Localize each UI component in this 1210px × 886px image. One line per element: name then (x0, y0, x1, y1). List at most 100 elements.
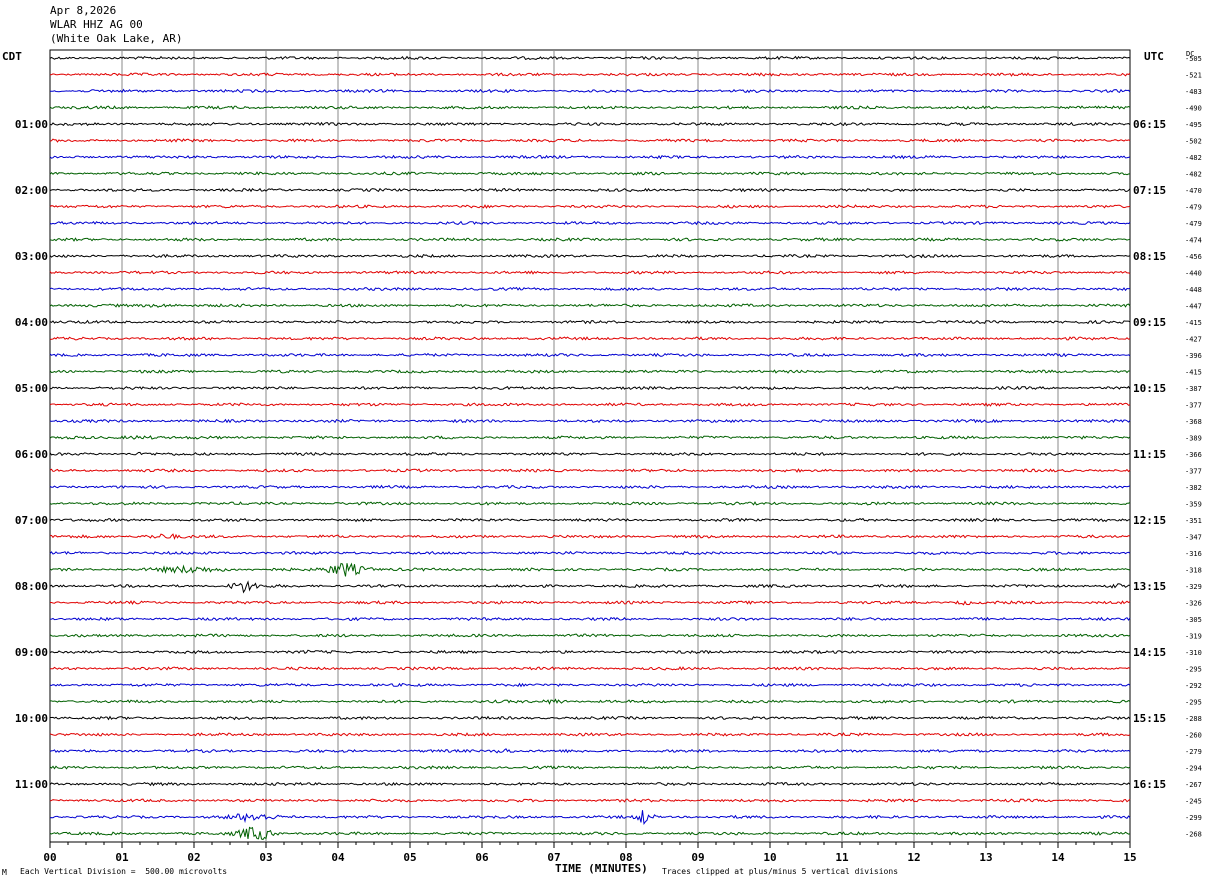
dc-offset-label: -295 (1185, 666, 1202, 674)
seismic-trace (49, 171, 1131, 176)
seismic-trace (49, 781, 1131, 787)
seismic-trace (49, 418, 1131, 424)
dc-offset-label: -440 (1185, 270, 1202, 278)
dc-offset-label: -316 (1185, 550, 1202, 558)
dc-offset-label: -447 (1185, 303, 1202, 311)
x-tick-label: 13 (979, 851, 992, 864)
dc-offset-label: -389 (1185, 435, 1202, 443)
dc-offset-label: -351 (1185, 517, 1202, 525)
dc-offset-label: -377 (1185, 468, 1202, 476)
seismic-trace (49, 682, 1131, 688)
left-time-label: 03:00 (15, 250, 48, 263)
seismic-trace (49, 666, 1131, 671)
dc-offset-label: -396 (1185, 352, 1202, 360)
seismic-trace (49, 220, 1131, 226)
dc-offset-label: -521 (1185, 72, 1202, 80)
dc-offset-label: -267 (1185, 781, 1202, 789)
seismic-trace (49, 633, 1131, 638)
seismic-trace (49, 138, 1131, 143)
x-tick-label: 09 (691, 851, 704, 864)
seismic-trace (49, 810, 1131, 826)
corner-mark: M (2, 868, 7, 877)
seismic-trace (49, 616, 1131, 622)
dc-offset-label: -299 (1185, 814, 1202, 822)
x-tick-label: 12 (907, 851, 920, 864)
right-time-label: 14:15 (1133, 646, 1166, 659)
dc-offset-label: -490 (1185, 105, 1202, 113)
seismogram-plot: 00 01 02 03 04 05 06 07 08 09 10 11 12 13 14 15-505-521… (15, 49, 1202, 864)
right-time-label: 11:15 (1133, 448, 1166, 461)
dc-offset-label: -359 (1185, 501, 1202, 509)
seismic-trace (49, 270, 1131, 275)
plot-frame (49, 49, 1131, 843)
dc-offset-label: -474 (1185, 237, 1202, 245)
seismic-trace (49, 237, 1131, 242)
seismic-trace (49, 826, 1131, 841)
right-time-label: 08:15 (1133, 250, 1166, 263)
seismic-trace (49, 369, 1130, 374)
seismic-trace (49, 517, 1131, 523)
seismic-trace (49, 402, 1131, 407)
dc-offset-label: -479 (1185, 220, 1202, 228)
seismic-trace (49, 105, 1131, 110)
x-tick-label: 02 (187, 851, 200, 864)
right-time-label: 13:15 (1133, 580, 1166, 593)
dc-offset-label: -415 (1185, 369, 1202, 377)
dc-offset-label: -415 (1185, 319, 1202, 327)
dc-offset-label: -347 (1185, 534, 1202, 542)
seismic-trace (49, 501, 1131, 506)
seismic-trace (49, 649, 1131, 655)
dc-offset-label: -482 (1185, 154, 1202, 162)
dc-offset-label: -448 (1185, 286, 1202, 294)
seismic-trace (49, 303, 1131, 308)
seismic-trace (49, 748, 1131, 754)
dc-offset-label: -502 (1185, 138, 1202, 146)
left-time-label: 11:00 (15, 778, 48, 791)
seismic-trace (49, 154, 1131, 160)
left-time-label: 05:00 (15, 382, 48, 395)
seismic-trace (49, 580, 1130, 594)
seismic-trace (49, 434, 1131, 440)
dc-offset-label: -279 (1185, 748, 1202, 756)
seismic-trace (49, 319, 1131, 325)
seismic-trace (49, 88, 1131, 94)
dc-offset-label: -329 (1185, 583, 1202, 591)
scale-note: Each Vertical Division = 500.00 microvol… (20, 867, 228, 876)
x-axis-title: TIME (MINUTES) (555, 862, 648, 875)
seismic-trace (50, 698, 1131, 705)
dc-offset-label: -326 (1185, 600, 1202, 608)
right-time-label: 16:15 (1133, 778, 1166, 791)
seismic-trace (49, 732, 1131, 737)
left-time-label: 07:00 (15, 514, 48, 527)
dc-offset-label: -427 (1185, 336, 1202, 344)
dc-offset-label: -382 (1185, 484, 1202, 492)
dc-offset-label: -482 (1185, 171, 1202, 179)
dc-offset-label: -260 (1185, 732, 1202, 740)
dc-offset-label: -483 (1185, 88, 1202, 96)
x-tick-label: 11 (835, 851, 849, 864)
dc-offset-label: -470 (1185, 187, 1202, 195)
dc-offset-label: -268 (1185, 831, 1202, 839)
seismic-trace (49, 121, 1131, 127)
left-time-label: 10:00 (15, 712, 48, 725)
dc-offset-label: -318 (1185, 567, 1202, 575)
seismic-trace (49, 204, 1131, 209)
x-tick-label: 15 (1123, 851, 1136, 864)
left-time-label: 09:00 (15, 646, 48, 659)
seismic-trace (49, 352, 1131, 358)
right-time-label: 15:15 (1133, 712, 1166, 725)
seismic-trace (49, 468, 1131, 473)
left-time-label: 01:00 (15, 118, 48, 131)
right-time-label: 07:15 (1133, 184, 1166, 197)
dc-offset-label: -294 (1185, 765, 1202, 773)
left-time-label: 08:00 (15, 580, 48, 593)
seismic-trace (49, 550, 1131, 556)
x-tick-label: 00 (43, 851, 56, 864)
dc-offset-label: -319 (1185, 633, 1202, 641)
x-tick-label: 10 (763, 851, 776, 864)
dc-offset-label: -305 (1185, 616, 1202, 624)
dc-offset-label: -366 (1185, 451, 1202, 459)
seismic-trace (49, 798, 1131, 803)
seismic-trace (49, 451, 1131, 457)
left-time-label: 02:00 (15, 184, 48, 197)
